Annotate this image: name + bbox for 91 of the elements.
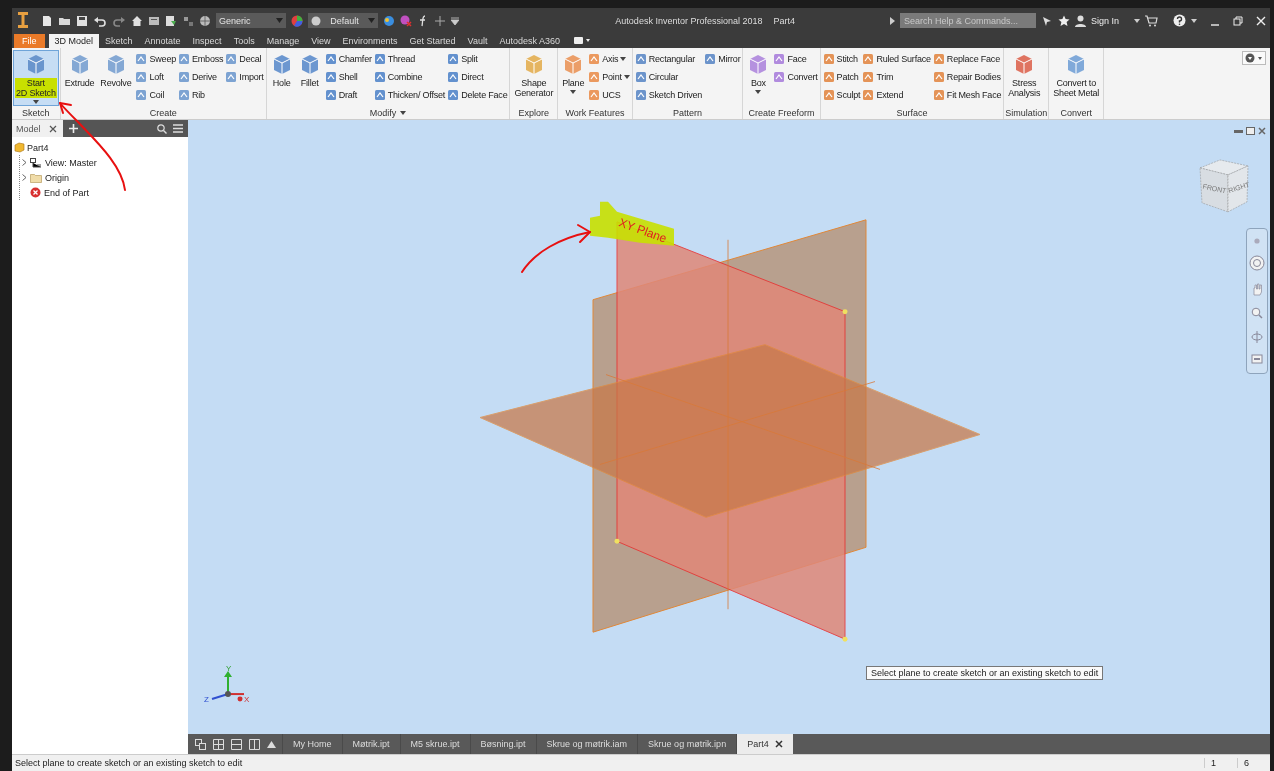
ribbon-tool-button[interactable]: Convert xyxy=(772,68,819,85)
ribbon-tool-button[interactable]: Thread xyxy=(372,50,447,67)
ribbon-tool-button[interactable]: Patch xyxy=(821,68,862,85)
ribbon-tab[interactable]: Inspect xyxy=(186,34,228,48)
panel-title: Pattern xyxy=(673,107,703,118)
status-message: Select plane to create sketch or an existing sketch to edit xyxy=(14,758,244,768)
ribbon-tool-button[interactable]: Thicken/ Offset xyxy=(372,86,447,103)
ribbon-tab[interactable]: Environments xyxy=(336,34,404,48)
ribbon-tab[interactable]: Get Started xyxy=(403,34,462,48)
ribbon-tool-button[interactable]: Rectangular xyxy=(633,50,704,67)
status-field: 6 xyxy=(1237,758,1270,768)
ribbon-tool-button[interactable]: Delete Face xyxy=(446,86,509,103)
ribbon-tab[interactable]: Manage xyxy=(260,34,306,48)
ribbon-tool-button[interactable]: Fillet xyxy=(295,50,324,106)
ribbon-tool-button[interactable]: Repair Bodies xyxy=(931,68,1003,85)
panel-title: Surface xyxy=(896,107,928,118)
ribbon-tool-button[interactable]: Fit Mesh Face xyxy=(931,86,1003,103)
plane-label: XY Plane xyxy=(616,215,669,246)
ribbon-tool-button[interactable]: Point xyxy=(587,68,631,85)
panel-title: Work Features xyxy=(565,107,625,118)
browser-tab[interactable]: Model xyxy=(12,120,63,137)
tree-item[interactable]: End of Part xyxy=(20,185,186,200)
ribbon-tool-button[interactable]: Coil xyxy=(134,86,177,103)
search-field[interactable]: Search Help & Commands... xyxy=(899,13,1036,28)
ribbon-tool-button[interactable]: Derive xyxy=(177,68,225,85)
ribbon-tool-button[interactable]: Split xyxy=(446,50,509,67)
appearance-dropdown[interactable]: Default xyxy=(308,13,378,28)
panel-title: Create xyxy=(149,107,177,118)
ribbon-tool-button[interactable]: Replace Face xyxy=(931,50,1003,67)
tooltip: Select plane to create sketch or an existing sketch to edit xyxy=(866,666,1104,680)
ribbon-tool-button[interactable]: Rib xyxy=(177,86,225,103)
ribbon-tool-button[interactable]: Convert to Sheet Metal xyxy=(1050,50,1103,106)
ribbon-tool-button[interactable]: Shape Generator xyxy=(511,50,557,106)
panel-title: Sketch xyxy=(22,107,50,118)
ribbon-tool-button[interactable]: Mirror xyxy=(703,50,742,67)
tree-item[interactable]: View: Master xyxy=(20,155,186,170)
ribbon-tool-button[interactable]: UCS xyxy=(587,86,631,103)
ribbon-tool-button[interactable]: Decal xyxy=(224,50,265,67)
status-field: 1 xyxy=(1204,758,1237,768)
ribbon-tool-button[interactable]: Import xyxy=(224,68,265,85)
ribbon-tab[interactable]: Tools xyxy=(227,34,261,48)
ribbon-tool-button[interactable]: Loft xyxy=(134,68,177,85)
document-tab-label[interactable]: Skrue og møtrik.ipn xyxy=(648,739,727,749)
ribbon-tool-button[interactable]: Sketch Driven xyxy=(633,86,704,103)
panel-title: Simulation xyxy=(1005,107,1048,118)
ribbon-tab[interactable]: Annotate xyxy=(138,34,187,48)
ribbon-tool-button[interactable]: Shell xyxy=(323,68,373,85)
ribbon-tool-button[interactable]: Sweep xyxy=(134,50,177,67)
ribbon-tool-button[interactable]: Direct xyxy=(446,68,509,85)
ribbon-tool-button[interactable]: Chamfer xyxy=(323,50,373,67)
ribbon-tool-button[interactable]: Stitch xyxy=(821,50,862,67)
ribbon-tool-button[interactable]: Start 2D Sketch xyxy=(13,50,59,106)
ribbon-tab[interactable]: Vault xyxy=(461,34,494,48)
ribbon-tool-button[interactable]: Face xyxy=(772,50,819,67)
panel-title: Create Freeform xyxy=(748,107,815,118)
ribbon-tool-button[interactable]: Circular xyxy=(633,68,704,85)
ribbon-tool-button[interactable]: Box xyxy=(744,50,773,106)
document-tab-label[interactable]: Skrue og møtrik.iam xyxy=(546,739,628,749)
ribbon-tool-button[interactable]: Emboss xyxy=(177,50,225,67)
window-title: Autodesk Inventor Professional 2018 xyxy=(615,15,763,26)
sign-in-link[interactable]: Sign In xyxy=(1090,15,1119,26)
document-tab-label[interactable]: Bøsning.ipt xyxy=(480,739,526,749)
material-dropdown[interactable]: Generic xyxy=(216,13,286,28)
ribbon-tab[interactable]: Autodesk A360 xyxy=(493,34,566,48)
panel-title: Convert xyxy=(1060,107,1092,118)
ribbon-tool-button[interactable]: Sculpt xyxy=(821,86,862,103)
document-title: Part4 xyxy=(773,15,795,26)
ribbon-tab[interactable]: Sketch xyxy=(99,34,139,48)
ribbon-tool-button[interactable]: Extrude xyxy=(61,50,98,106)
panel-title: Modify xyxy=(369,107,397,118)
tree-item[interactable]: Origin xyxy=(20,170,186,185)
ribbon-tool-button[interactable]: Extend xyxy=(861,86,932,103)
tree-item[interactable]: Part4 xyxy=(14,140,186,155)
ribbon-tool-button[interactable]: Trim xyxy=(861,68,932,85)
document-tab-label[interactable]: Part4 xyxy=(747,739,769,749)
ribbon-tool-button[interactable]: Combine xyxy=(372,68,447,85)
ribbon-tool-button[interactable]: Hole xyxy=(267,50,296,106)
ribbon-tool-button[interactable]: Axis xyxy=(587,50,631,67)
panel-title: Explore xyxy=(518,107,550,118)
ribbon-tool-button[interactable]: Revolve xyxy=(97,50,135,106)
ribbon-tool-button[interactable]: Draft xyxy=(323,86,373,103)
browser-tab-label[interactable]: Model xyxy=(16,123,41,134)
document-tab-label[interactable]: My Home xyxy=(293,739,332,749)
ribbon-tool-button[interactable]: Stress Analysis xyxy=(1005,50,1044,106)
document-tab[interactable]: Part4 xyxy=(736,734,793,754)
ribbon-tool-button[interactable]: Plane xyxy=(559,50,588,106)
ribbon-tool-button[interactable]: Ruled Surface xyxy=(861,50,932,67)
ribbon-tab[interactable]: View xyxy=(305,34,337,48)
document-tab-label[interactable]: M5 skrue.ipt xyxy=(410,739,460,749)
ribbon-tab[interactable]: 3D Model xyxy=(48,34,100,48)
document-tab-label[interactable]: Møtrik.ipt xyxy=(352,739,390,749)
